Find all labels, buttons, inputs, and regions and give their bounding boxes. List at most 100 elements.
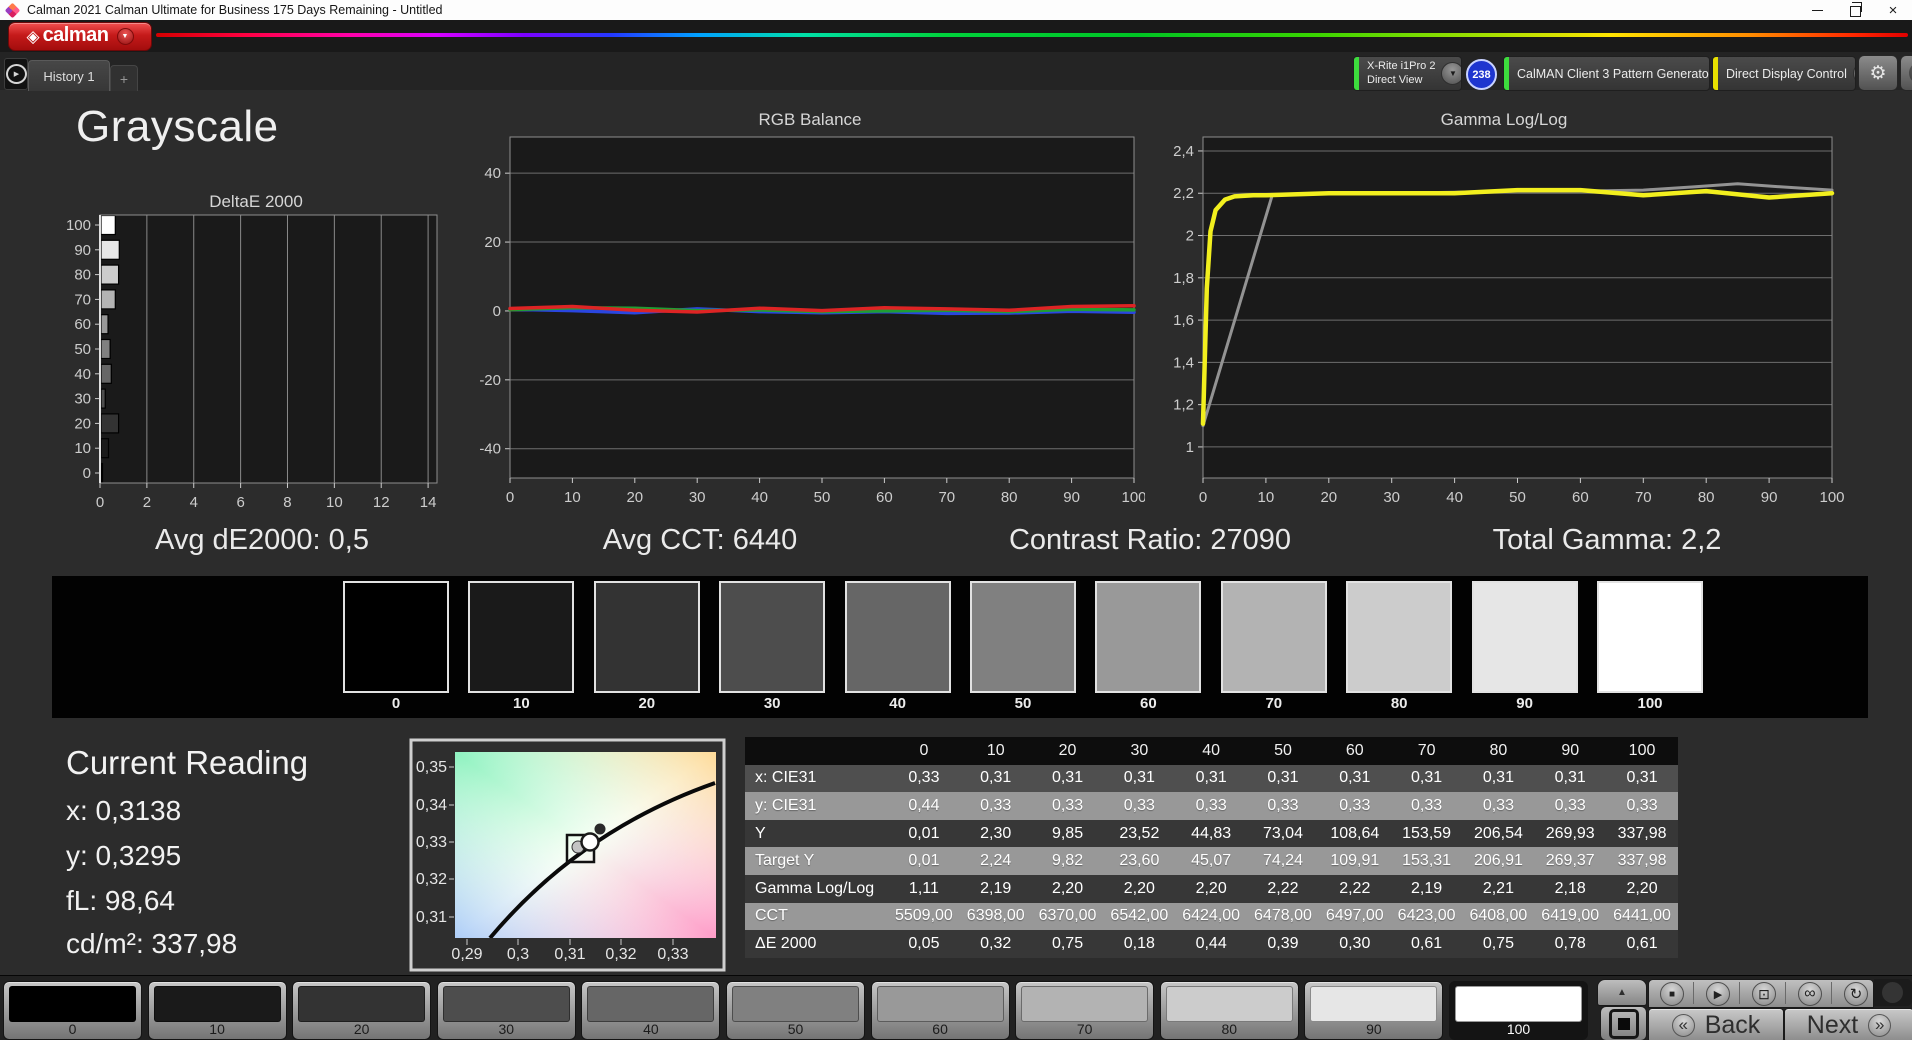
meter-dropdown[interactable]: X-Rite i1Pro 2 Direct View ▼: [1353, 56, 1462, 91]
table-row-x-cie31: x: CIE31 0,33 0,31 0,31 0,31 0,31 0,31 0,31 0,31…: [745, 764, 1678, 793]
level-label: 0: [68, 1021, 77, 1037]
gray-patch-label: 40: [889, 695, 906, 712]
tab-history-1[interactable]: History 1: [28, 60, 110, 91]
column-header: 90: [1561, 741, 1580, 759]
stop-icon: ■: [1668, 988, 1676, 1000]
column-header: 40: [1202, 741, 1221, 759]
minimize-button[interactable]: [1798, 0, 1836, 20]
pattern-window-icon: ⊡: [1758, 985, 1770, 1002]
cell-value: 6497,00: [1325, 907, 1384, 925]
gray-patch-100: [1597, 581, 1703, 693]
display-control-dropdown[interactable]: Direct Display Control ▼: [1712, 56, 1856, 91]
cell-value: 0,33: [1411, 796, 1443, 814]
close-icon: ×: [1888, 1, 1898, 19]
deltae-bar: [100, 363, 112, 384]
table-row-cct: CCT 5509,00 6398,00 6370,00 6542,00 6424,00 64…: [745, 902, 1678, 931]
table-row-target-y: Target Y 0,01 2,24 9,82 23,60 45,07 74,24 109,9…: [745, 847, 1678, 875]
cell-value: 0,31: [1267, 769, 1299, 787]
back-button[interactable]: « Back: [1648, 1008, 1784, 1040]
pattern-window-toggle-button[interactable]: [1600, 1006, 1647, 1040]
play-button[interactable]: ▶: [1706, 982, 1730, 1006]
total-gamma-value: Total Gamma: 2,2: [1492, 524, 1722, 556]
calman-menu-button[interactable]: ◈ calman ▼: [8, 22, 152, 51]
cell-value: 0,05: [908, 934, 940, 952]
cell-value: 2,20: [1051, 879, 1084, 897]
gray-patch-10: [468, 581, 575, 693]
deltae-bar: [100, 289, 116, 310]
cell-value: 73,04: [1262, 824, 1303, 842]
cell-value: 337,98: [1617, 852, 1667, 870]
level-button-20[interactable]: 20: [292, 981, 432, 1040]
level-button-60[interactable]: 60: [870, 981, 1010, 1040]
stop-button[interactable]: ■: [1660, 982, 1684, 1006]
svg-text:0,33: 0,33: [416, 834, 447, 851]
settings-button[interactable]: ⚙: [1858, 55, 1898, 91]
loop-infinity-button[interactable]: ∞: [1798, 982, 1822, 1006]
cell-value: 0,33: [1123, 796, 1155, 814]
maximize-button[interactable]: [1836, 0, 1874, 20]
y-tick-label: 50: [74, 341, 91, 358]
svg-text:0,32: 0,32: [416, 871, 447, 888]
reading-fl: fL: 98,64: [66, 885, 175, 916]
level-button-100[interactable]: 100: [1449, 981, 1588, 1040]
level-button-90[interactable]: 90: [1304, 981, 1444, 1040]
expand-side-panel-button[interactable]: ▶: [4, 58, 28, 90]
level-button-40[interactable]: 40: [581, 981, 721, 1040]
gray-patch-80: [1346, 581, 1453, 693]
chevron-up-icon: ▲: [1617, 987, 1627, 998]
add-tab-button[interactable]: +: [110, 65, 138, 91]
divider: [1739, 982, 1740, 1004]
deltae-bar: [100, 413, 120, 434]
next-button[interactable]: Next »: [1784, 1008, 1912, 1040]
pattern-window-button[interactable]: ⊡: [1752, 982, 1776, 1006]
level-button-30[interactable]: 30: [436, 981, 576, 1040]
measurement-transport-bar: ■ ▶ ⊡ ∞ ↻: [1648, 979, 1874, 1008]
close-button[interactable]: ×: [1874, 0, 1912, 20]
cell-value: 0,31: [1195, 769, 1227, 787]
gray-patch-label: 90: [1516, 695, 1533, 712]
y-tick-label: 10: [74, 440, 91, 457]
collapse-right-panel-button[interactable]: ◀: [1900, 55, 1912, 91]
cell-value: 0,01: [908, 852, 940, 870]
gray-patch-label: 30: [763, 695, 781, 712]
refresh-button[interactable]: ↻: [1844, 982, 1868, 1006]
level-button-0[interactable]: 0: [3, 981, 142, 1040]
pattern-generator-dropdown[interactable]: CalMAN Client 3 Pattern Generator ▼: [1503, 56, 1710, 91]
column-header: 0: [919, 741, 929, 759]
level-label: 20: [353, 1021, 370, 1037]
x-tick-label: 70: [938, 489, 955, 506]
x-tick-label: 90: [1761, 489, 1778, 506]
app-icon: [4, 2, 21, 18]
collapse-bottom-panel-button[interactable]: ▲: [1597, 979, 1647, 1006]
y-tick-label: 2,4: [1173, 143, 1194, 160]
window-frame-icon: [1608, 1008, 1639, 1039]
level-patch: [587, 986, 715, 1022]
cell-value: 9,85: [1051, 824, 1084, 842]
level-button-70[interactable]: 70: [1015, 981, 1155, 1040]
cell-value: 9,82: [1051, 852, 1084, 870]
svg-text:0,33: 0,33: [657, 946, 688, 963]
deltae-bar: [100, 388, 106, 409]
cell-value: 2,19: [1411, 879, 1443, 897]
cell-value: 0,33: [1051, 796, 1084, 814]
y-tick-label: -40: [479, 441, 501, 458]
y-tick-label: 0: [83, 465, 91, 482]
gray-patch-70: [1220, 581, 1327, 693]
gray-patch-label: 10: [513, 695, 530, 712]
bottom-bar: 0 10 20 30 40 50 60 70 80 90 100 ▲ ■ ▶ ⊡ ∞ ↻ « Back Ne…: [0, 975, 1912, 1040]
x-tick-label: 40: [751, 489, 768, 506]
cell-value: 0,31: [1051, 769, 1084, 787]
cie-chromaticity-chart: 0,35 0,34 0,33 0,32 0,31 0,29 0,3 0,31 0…: [409, 738, 726, 972]
level-button-10[interactable]: 10: [147, 981, 287, 1040]
x-tick-label: 0: [506, 489, 514, 506]
cell-value: 0,31: [1554, 769, 1586, 787]
cell-value: 6441,00: [1613, 907, 1671, 925]
table-header-row: 0 10 20 30 40 50 60 70 80 90 100: [745, 737, 1678, 765]
gray-patch-50: [970, 581, 1076, 693]
y-tick-label: 1,8: [1173, 270, 1194, 287]
column-header: 100: [1628, 741, 1656, 759]
level-button-80[interactable]: 80: [1159, 981, 1299, 1040]
x-tick-label: 30: [1383, 489, 1400, 506]
level-button-50[interactable]: 50: [726, 981, 865, 1040]
divider: [1785, 982, 1786, 1004]
